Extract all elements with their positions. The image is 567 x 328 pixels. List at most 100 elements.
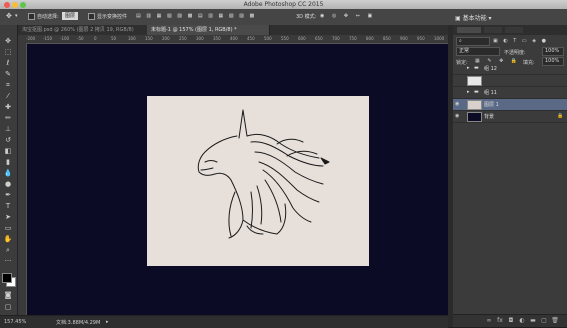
layer-row-layer-1[interactable]: ◉ 图层 1 [453,99,567,111]
ruler-tick-label: 0 [94,36,97,41]
ruler-tick-label: -100 [60,36,70,41]
paths-tab[interactable] [505,27,523,33]
opacity-input[interactable]: 100% [542,47,564,56]
ruler-tick-label: 750 [349,36,357,41]
eye-icon[interactable]: ◉ [455,101,461,107]
eye-icon[interactable]: ◉ [455,113,461,119]
fx-icon[interactable]: fx [496,317,504,325]
tool-preset-chevron-icon[interactable]: ▾ [15,13,18,19]
status-menu-chevron-icon[interactable]: ▸ [106,319,109,325]
tab-document-1[interactable]: 淘宝抠图.psd @ 260% (图层 2 拷贝 19, RGB/8) [18,25,151,35]
visibility-toggle[interactable] [455,77,461,83]
group-chevron-icon[interactable]: ▸ [467,65,470,71]
zoom-level[interactable]: 157.45% [4,319,26,325]
layer-row-thumb[interactable] [453,75,567,87]
move-tool-icon[interactable]: ✥ [6,12,12,20]
marquee-icon[interactable]: ⬚ [2,48,14,57]
ruler-tick-label: 400 [230,36,238,41]
layer-thumbnail [467,100,482,110]
ruler-tick-label: 200 [162,36,170,41]
layer-thumbnail [467,112,482,122]
filter-icons[interactable]: ▣ ◐ T ▭ ◈ ● [493,38,548,44]
ruler-tick-label: 500 [264,36,272,41]
ruler-tick-label: 600 [298,36,306,41]
lock-icon: 🔒 [557,113,564,119]
layer-name: 背景 [484,114,495,120]
title-bar: Adobe Photoshop CC 2015 [0,0,567,9]
move-icon[interactable]: ✥ [2,37,14,46]
foreground-color-swatch[interactable] [2,273,12,283]
link-icon[interactable]: ∞ [485,317,493,325]
brush-icon[interactable]: ✏ [2,114,14,123]
trash-icon[interactable]: 🗑 [551,317,559,325]
shape-icon[interactable]: ▭ [2,224,14,233]
ruler-tick-label: 700 [332,36,340,41]
vertical-ruler [18,35,27,315]
tab-document-2[interactable]: 未标题-1 @ 157% (图层 1, RGB/8) * [147,25,270,35]
show-transform-label: 显示变换控件 [97,14,128,20]
layer-row-group-12[interactable]: ▸ ▬ 组 12 [453,63,567,75]
zoom-icon[interactable]: ⌕ [2,246,14,255]
layer-row-group-11[interactable]: ▸ ▬ 组 11 [453,87,567,99]
mode-3d-label: 3D 模式: [296,14,317,20]
auto-select-label: 自动选择: [37,14,59,20]
healing-icon[interactable]: ✚ [2,103,14,112]
ruler-tick-label: 350 [213,36,221,41]
group-chevron-icon[interactable]: ▸ [467,89,470,95]
layer-filter-dropdown[interactable]: ⌕ [456,37,490,46]
unicorn-sketch-image[interactable] [147,96,369,266]
app-title: Adobe Photoshop CC 2015 [243,1,324,8]
type-icon[interactable]: T [2,202,14,211]
eraser-icon[interactable]: ◧ [2,147,14,156]
blend-mode-dropdown[interactable]: 正常 [456,47,500,56]
ruler-tick-label: 250 [179,36,187,41]
dodge-icon[interactable]: ● [2,180,14,189]
screen-mode-icon[interactable]: ▢ [2,303,14,312]
ruler-tick-label: -150 [43,36,53,41]
ruler-tick-label: 850 [383,36,391,41]
quick-select-icon[interactable]: ✎ [2,70,14,79]
blend-row: 正常 不透明度: 100% [453,46,567,56]
layers-tab[interactable] [457,27,481,33]
crop-icon[interactable]: ⌗ [2,81,14,90]
blur-icon[interactable]: 💧 [2,169,14,178]
align-buttons[interactable]: ▤ ▥ ▦ ▧ ▨ ▩ ▤ ▥ ▦ ▧ ▨ ▩ [136,13,256,19]
eyedropper-icon[interactable]: ⁄ [2,92,14,101]
hand-icon[interactable]: ✋ [2,235,14,244]
ruler-tick-label: 150 [145,36,153,41]
more-icon[interactable]: ··· [2,257,14,266]
ruler-tick-label: 300 [196,36,204,41]
new-group-icon[interactable]: ▬ [529,317,537,325]
path-select-icon[interactable]: ➤ [2,213,14,222]
ruler-tick-label: 550 [281,36,289,41]
adjustment-icon[interactable]: ◐ [518,317,526,325]
ruler-tick-label: 800 [366,36,374,41]
pen-icon[interactable]: ✒ [2,191,14,200]
auto-select-checkbox[interactable] [28,13,35,20]
document-tabs: 淘宝抠图.psd @ 260% (图层 2 拷贝 19, RGB/8) 未标题-… [18,25,448,35]
gradient-icon[interactable]: ▮ [2,158,14,167]
workspace-icon[interactable]: ▣ 基本功能 ▾ [455,13,492,22]
visibility-toggle[interactable] [455,65,461,71]
history-brush-icon[interactable]: ↺ [2,136,14,145]
opacity-label: 不透明度: [504,50,526,56]
channels-tab[interactable] [484,27,502,33]
quick-mask-icon[interactable]: ◙ [2,291,14,300]
auto-select-dropdown[interactable]: 图层 [62,12,79,20]
ruler-tick-label: -50 [77,36,84,41]
ruler-tick-label: 900 [400,36,408,41]
3d-mode-buttons[interactable]: ◉ ◎ ✥ ⇔ ▣ [320,13,375,19]
new-layer-icon[interactable]: ▢ [540,317,548,325]
lasso-icon[interactable]: ℓ [2,59,14,68]
layer-name: 组 11 [484,90,497,96]
document-size: 文档:3.88M/4.29M [56,320,101,326]
mask-icon[interactable]: ◘ [507,317,515,325]
options-bar: ✥ ▾ 自动选择: 图层 显示变换控件 ▤ ▥ ▦ ▧ ▨ ▩ ▤ ▥ ▦ ▧ … [0,9,567,26]
ruler-tick-label: 950 [417,36,425,41]
layer-thumbnail [467,76,482,86]
horizontal-ruler: -200 -150 -100 -50 0 50 100 150 200 250 300 350 400 4… [26,35,448,44]
stamp-icon[interactable]: ⊥ [2,125,14,134]
layer-row-background[interactable]: ◉ 背景 🔒 [453,111,567,123]
visibility-toggle[interactable] [455,89,461,95]
show-transform-checkbox[interactable] [88,13,95,20]
